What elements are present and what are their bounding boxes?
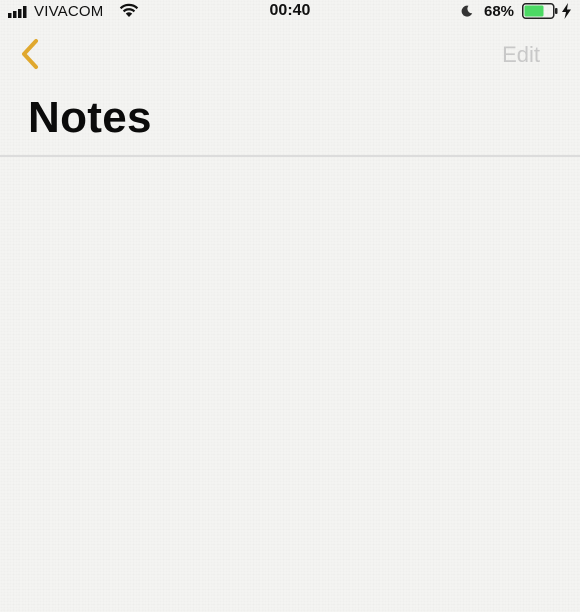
notes-screen: VIVACOM 00:40 68% Edit Notes — [0, 0, 580, 612]
status-bar: VIVACOM 00:40 68% — [0, 0, 580, 24]
edit-button[interactable]: Edit — [502, 42, 540, 68]
back-button[interactable] — [12, 34, 52, 74]
chevron-left-icon — [22, 39, 38, 69]
page-title: Notes — [28, 93, 152, 142]
notes-list — [0, 157, 580, 612]
battery-percentage: 68% — [484, 3, 515, 20]
moon-icon — [461, 5, 473, 17]
battery-icon — [522, 3, 558, 19]
charging-bolt-icon — [562, 3, 571, 19]
